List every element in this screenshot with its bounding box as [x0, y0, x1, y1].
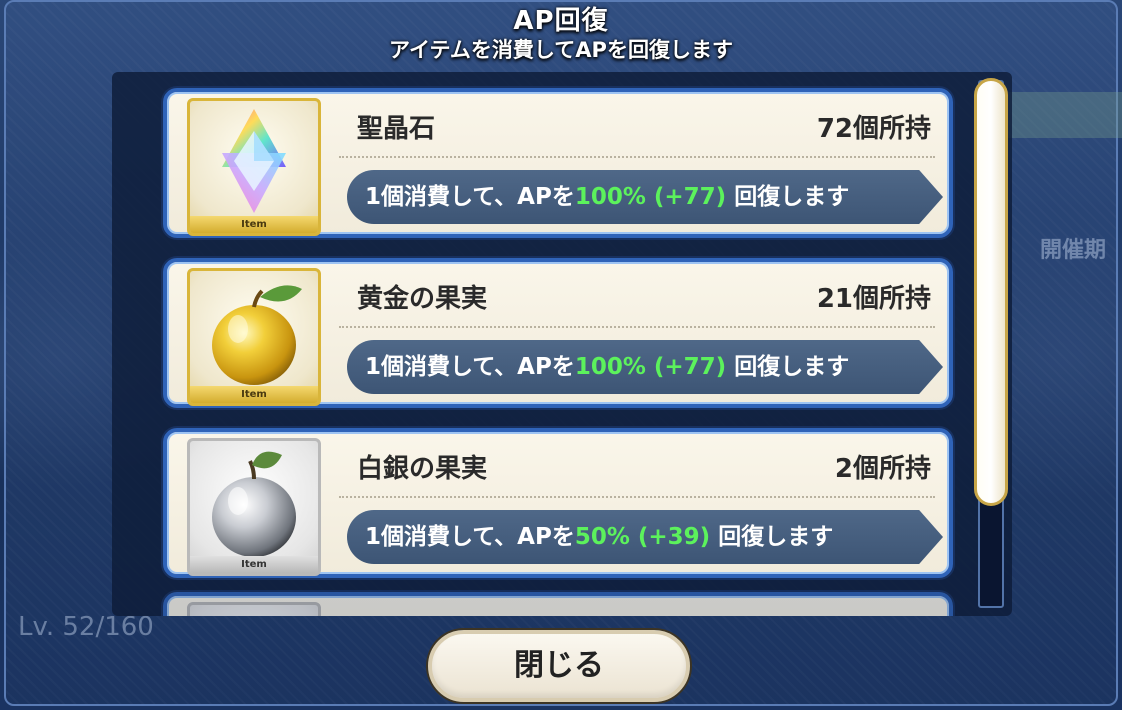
item-card-partial[interactable] — [163, 592, 953, 616]
item-list[interactable]: Item 聖晶石 72個所持 1個消費して、APを100% (+77) 回復しま… — [158, 82, 958, 616]
recovery-text-suffix: 回復します — [710, 524, 834, 550]
item-count: 21個所持 — [816, 284, 931, 314]
recovery-amount: 100% (+77) — [574, 354, 727, 380]
item-name: 白銀の果実 — [357, 454, 488, 484]
golden-apple-icon — [212, 285, 302, 385]
scrollbar-thumb[interactable] — [974, 78, 1008, 506]
item-thumbnail: Item — [187, 268, 321, 406]
item-card-saint-quartz[interactable]: Item 聖晶石 72個所持 1個消費して、APを100% (+77) 回復しま… — [163, 88, 953, 238]
recovery-amount: 100% (+77) — [574, 184, 727, 210]
dialog-subtitle: アイテムを消費してAPを回復します — [389, 38, 733, 62]
divider — [339, 156, 935, 158]
item-card-silver-apple[interactable]: Item 白銀の果実 2個所持 1個消費して、APを50% (+39) 回復しま… — [163, 428, 953, 578]
item-name: 黄金の果実 — [357, 284, 488, 314]
item-thumbnail-label: Item — [190, 216, 318, 233]
item-name: 聖晶石 — [357, 114, 436, 144]
background-banner — [1005, 92, 1122, 138]
recovery-text-suffix: 回復します — [726, 354, 850, 380]
item-count: 2個所持 — [834, 454, 931, 484]
recovery-info: 1個消費して、APを100% (+77) 回復します — [347, 170, 943, 224]
item-thumbnail-label: Item — [190, 556, 318, 573]
item-thumbnail: Item — [187, 98, 321, 236]
recovery-text: 1個消費して、APを — [365, 524, 575, 550]
close-button[interactable]: 閉じる — [428, 630, 690, 702]
silver-apple-icon — [212, 451, 296, 557]
item-card-golden-apple[interactable]: Item 黄金の果実 21個所持 1個消費して、APを100% (+77) 回復… — [163, 258, 953, 408]
saint-quartz-icon — [222, 109, 286, 213]
dialog-title: AP回復 — [513, 6, 609, 36]
recovery-text: 1個消費して、APを — [365, 354, 575, 380]
item-thumbnail: Item — [187, 438, 321, 576]
recovery-text: 1個消費して、APを — [365, 184, 575, 210]
recovery-amount: 50% (+39) — [574, 524, 711, 550]
divider — [339, 496, 935, 498]
background-level-text: Lv. 52/160 — [18, 612, 154, 642]
item-thumbnail — [187, 602, 321, 616]
recovery-text-suffix: 回復します — [726, 184, 850, 210]
background-event-label: 開催期 — [1040, 238, 1107, 263]
item-count: 72個所持 — [816, 114, 931, 144]
recovery-info: 1個消費して、APを100% (+77) 回復します — [347, 340, 943, 394]
divider — [339, 326, 935, 328]
item-thumbnail-label: Item — [190, 386, 318, 403]
recovery-info: 1個消費して、APを50% (+39) 回復します — [347, 510, 943, 564]
